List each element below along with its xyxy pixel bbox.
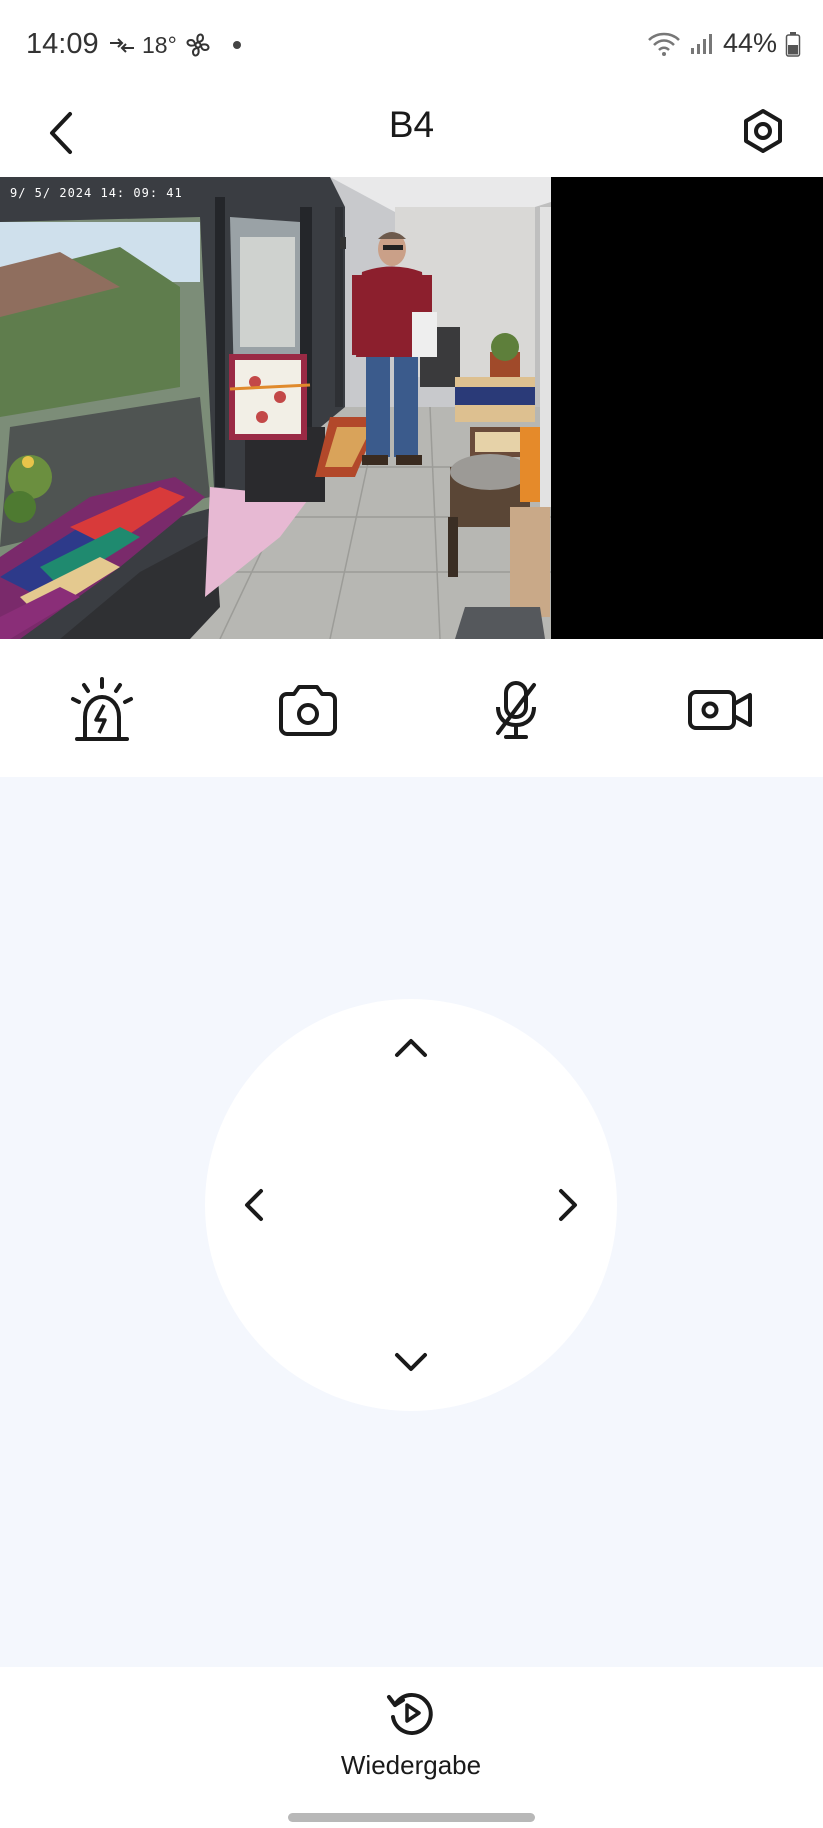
ptz-control-area	[0, 777, 823, 1667]
microphone-button[interactable]	[476, 675, 556, 745]
video-camera-icon	[688, 690, 752, 730]
hexagon-settings-icon	[744, 109, 782, 153]
pan-left-button[interactable]	[225, 1175, 285, 1235]
snapshot-button[interactable]	[268, 675, 348, 745]
siren-icon	[71, 677, 133, 741]
data-transfer-icon	[110, 38, 134, 53]
bottom-bar: Wiedergabe	[0, 1667, 823, 1828]
replay-icon	[387, 1692, 433, 1735]
signal-icon	[690, 33, 712, 54]
siren-button[interactable]	[62, 675, 142, 745]
camera-icon	[279, 685, 337, 736]
status-left-icons: 18°	[108, 30, 241, 60]
notification-dot	[232, 41, 241, 49]
status-time: 14:09	[26, 28, 99, 60]
status-right-icons: 44%	[647, 28, 801, 59]
battery-icon	[785, 31, 801, 57]
gesture-navigation-bar[interactable]	[288, 1813, 535, 1822]
fan-icon	[186, 33, 210, 57]
playback-button[interactable]: Wiedergabe	[311, 1687, 511, 1797]
ptz-joystick[interactable]	[205, 999, 617, 1411]
status-battery-text: 44%	[722, 28, 777, 58]
status-bar: 14:09 18° 44%	[0, 0, 823, 92]
playback-label: Wiedergabe	[340, 1750, 482, 1780]
app-header: B4	[0, 92, 823, 178]
video-timestamp: 9/ 5/ 2024 14: 09: 41	[10, 186, 183, 200]
wifi-icon	[648, 32, 680, 56]
pan-up-button[interactable]	[381, 1019, 441, 1079]
pan-down-button[interactable]	[381, 1331, 441, 1391]
control-bar	[0, 639, 823, 777]
record-button[interactable]	[680, 675, 760, 745]
pan-right-button[interactable]	[537, 1175, 597, 1235]
settings-button[interactable]	[733, 98, 793, 164]
status-temperature: 18°	[142, 31, 177, 58]
chevron-left-icon	[245, 1189, 263, 1221]
page-title: B4	[388, 104, 435, 145]
chevron-down-icon	[395, 1353, 427, 1371]
camera-image: 9/ 5/ 2024 14: 09: 41	[0, 177, 551, 639]
chevron-right-icon	[559, 1189, 577, 1221]
balcony-scene-image	[0, 177, 551, 639]
camera-live-view[interactable]: 9/ 5/ 2024 14: 09: 41	[0, 177, 823, 639]
chevron-up-icon	[395, 1039, 427, 1057]
microphone-muted-icon	[496, 681, 536, 739]
